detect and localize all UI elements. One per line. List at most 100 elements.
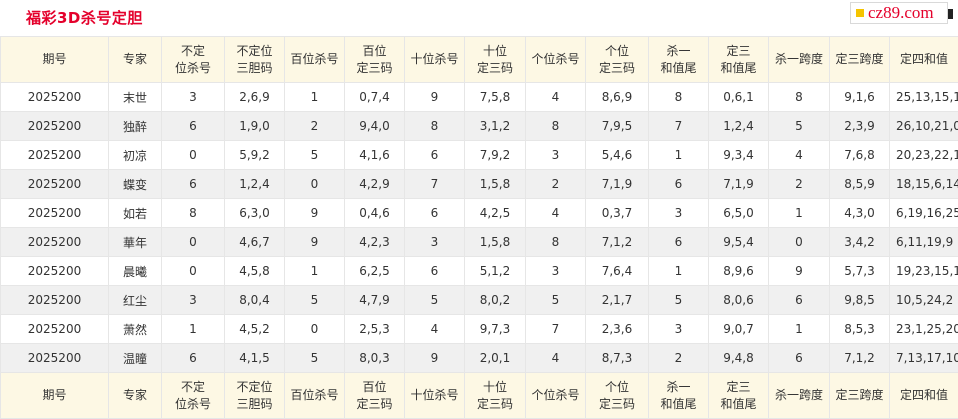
- table-cell: 1,2,4: [225, 170, 285, 199]
- table-cell: 4,5,2: [225, 315, 285, 344]
- table-cell: 0: [285, 170, 345, 199]
- table-cell: 2,0,1: [465, 344, 526, 373]
- table-cell: 4: [526, 344, 586, 373]
- table-cell: 红尘: [109, 286, 162, 315]
- watermark-edge-icon: [948, 9, 953, 19]
- table-cell: 2025200: [1, 257, 109, 286]
- table-row: 2025200萧然14,5,202,5,349,7,372,3,639,0,71…: [1, 315, 958, 344]
- table-cell: 25,13,15,12: [890, 83, 958, 112]
- table-cell: 1,9,0: [225, 112, 285, 141]
- table-cell: 8,0,3: [345, 344, 405, 373]
- table-cell: 3: [526, 141, 586, 170]
- table-cell: 2025200: [1, 344, 109, 373]
- header-text: 定四和值: [900, 52, 948, 66]
- table-row: 2025200末世32,6,910,7,497,5,848,6,980,6,18…: [1, 83, 958, 112]
- header-text: 百位: [362, 44, 386, 58]
- table-cell: 9: [405, 83, 465, 112]
- table-cell: 6,3,0: [225, 199, 285, 228]
- header-col-0: 期号: [1, 37, 109, 83]
- watermark-text: cz89.com: [868, 3, 934, 23]
- header-text: 位杀号: [175, 397, 211, 411]
- table-cell: 8,7,3: [586, 344, 649, 373]
- header-text: 定三码: [477, 397, 513, 411]
- table-cell: 1: [769, 199, 830, 228]
- header-text: 不定: [181, 380, 205, 394]
- table-cell: 6,5,0: [709, 199, 769, 228]
- table-cell: 5,9,2: [225, 141, 285, 170]
- table-cell: 3: [405, 228, 465, 257]
- table-cell: 4,7,9: [345, 286, 405, 315]
- header-col-4: 百位杀号: [285, 37, 345, 83]
- footer-header-col-2: 不定位杀号: [162, 373, 225, 419]
- table-cell: 9,4,0: [345, 112, 405, 141]
- title-bar: 福彩3D杀号定胆 cz89.com: [0, 0, 958, 36]
- table-cell: 2,5,3: [345, 315, 405, 344]
- table-cell: 独醉: [109, 112, 162, 141]
- table-cell: 9,3,4: [709, 141, 769, 170]
- table-cell: 4,2,5: [465, 199, 526, 228]
- table-cell: 3: [162, 83, 225, 112]
- footer-header-col-10: 杀一和值尾: [649, 373, 709, 419]
- header-row-repeat: 期号专家不定位杀号不定位三胆码百位杀号百位定三码十位杀号十位定三码个位杀号个位定…: [1, 373, 958, 419]
- table-cell: 6: [405, 141, 465, 170]
- table-cell: 10,5,24,2: [890, 286, 958, 315]
- table-cell: 9: [285, 199, 345, 228]
- header-text: 十位: [483, 44, 507, 58]
- table-cell: 0,4,6: [345, 199, 405, 228]
- table-cell: 9: [285, 228, 345, 257]
- table-row: 2025200初凉05,9,254,1,667,9,235,4,619,3,44…: [1, 141, 958, 170]
- table-cell: 5,7,3: [830, 257, 890, 286]
- header-text: 定三码: [356, 397, 392, 411]
- table-cell: 5,4,6: [586, 141, 649, 170]
- table-row: 2025200晨曦04,5,816,2,565,1,237,6,418,9,69…: [1, 257, 958, 286]
- table-cell: 4,2,3: [345, 228, 405, 257]
- header-text: 专家: [123, 52, 147, 66]
- table-cell: 9,8,5: [830, 286, 890, 315]
- table-cell: 1,5,8: [465, 228, 526, 257]
- table-row: 2025200温瞳64,1,558,0,392,0,148,7,329,4,86…: [1, 344, 958, 373]
- table-cell: 5: [649, 286, 709, 315]
- table-row: 2025200蝶变61,2,404,2,971,5,827,1,967,1,92…: [1, 170, 958, 199]
- site-watermark: cz89.com: [850, 2, 948, 24]
- table-cell: 1: [285, 257, 345, 286]
- footer-header-col-1: 专家: [109, 373, 162, 419]
- table-cell: 2025200: [1, 112, 109, 141]
- header-text: 三胆码: [236, 61, 272, 75]
- table-cell: 2,3,6: [586, 315, 649, 344]
- header-text: 定三码: [599, 61, 635, 75]
- table-cell: 26,10,21,0: [890, 112, 958, 141]
- table-cell: 6: [649, 228, 709, 257]
- table-cell: 8: [769, 83, 830, 112]
- header-text: 杀一: [666, 44, 690, 58]
- table-cell: 6: [649, 170, 709, 199]
- table-cell: 7,6,8: [830, 141, 890, 170]
- table-cell: 7,9,5: [586, 112, 649, 141]
- header-col-14: 定四和值: [890, 37, 958, 83]
- table-cell: 8: [405, 112, 465, 141]
- footer-header-col-14: 定四和值: [890, 373, 958, 419]
- table-cell: 5: [285, 286, 345, 315]
- table-cell: 7: [526, 315, 586, 344]
- table-cell: 20,23,22,15: [890, 141, 958, 170]
- table-cell: 4,6,7: [225, 228, 285, 257]
- table-cell: 1,5,8: [465, 170, 526, 199]
- table-cell: 0: [769, 228, 830, 257]
- table-cell: 2025200: [1, 315, 109, 344]
- table-cell: 2025200: [1, 141, 109, 170]
- header-text: 定三跨度: [835, 388, 883, 402]
- header-col-13: 定三跨度: [830, 37, 890, 83]
- header-text: 和值尾: [720, 61, 756, 75]
- header-col-1: 专家: [109, 37, 162, 83]
- table-cell: 7,9,2: [465, 141, 526, 170]
- table-cell: 華年: [109, 228, 162, 257]
- table-cell: 2025200: [1, 83, 109, 112]
- header-text: 十位杀号: [410, 388, 458, 402]
- table-cell: 1: [769, 315, 830, 344]
- header-col-6: 十位杀号: [405, 37, 465, 83]
- table-cell: 9: [769, 257, 830, 286]
- header-text: 不定: [181, 44, 205, 58]
- table-cell: 0,3,7: [586, 199, 649, 228]
- footer-header-col-9: 个位定三码: [586, 373, 649, 419]
- table-header-bottom: 期号专家不定位杀号不定位三胆码百位杀号百位定三码十位杀号十位定三码个位杀号个位定…: [1, 373, 958, 419]
- header-text: 个位杀号: [531, 52, 579, 66]
